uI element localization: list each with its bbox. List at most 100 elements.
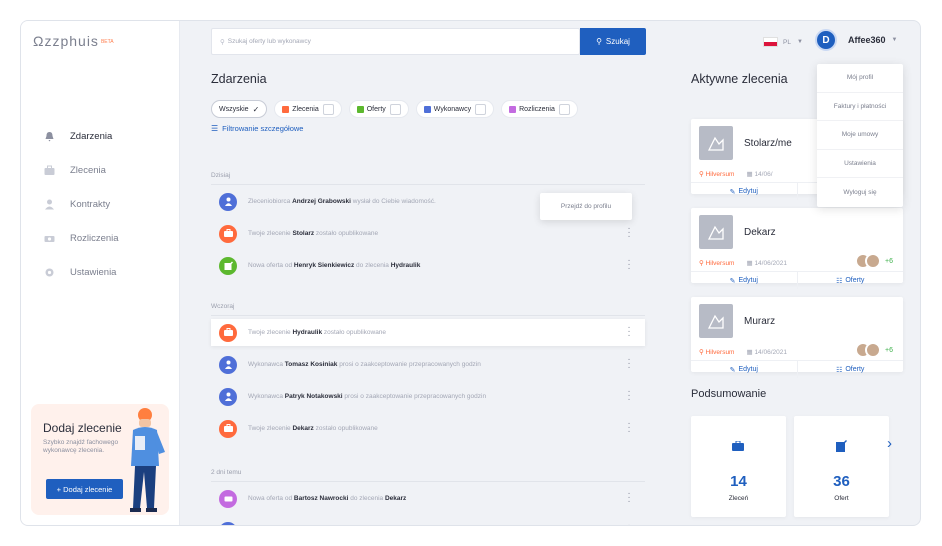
active-order-card[interactable]: Murarz ⚲ Hilversum ▦ 14/06/2021 +6 ✎ Edytuj ☷ O… [691, 297, 903, 378]
order-actions: ✎Edytuj☷Oferty [691, 360, 903, 378]
user-menu-trigger[interactable]: D Affee360 ▼ [815, 29, 897, 51]
view-offers-button[interactable]: ☷Oferty [798, 361, 904, 378]
filter-label: Rozliczenia [519, 105, 555, 113]
event-row[interactable]: Twoje zlecenie Dekarz zostało opublikowa… [211, 415, 645, 442]
event-filters: Wszyskie ✓ Zlecenia Oferty Wykonawcy Rozlicze… [211, 100, 585, 118]
filter-checkbox[interactable] [558, 103, 570, 115]
event-text: Nowa oferta od Bartosz Nawrocki do zlece… [248, 495, 406, 502]
stat-orders[interactable]: 14 Zleceń [691, 416, 786, 517]
event-highlight: Hydraulik [390, 262, 421, 269]
more-vertical-icon[interactable]: ··· [627, 387, 631, 405]
event-text-part: do zlecenia [348, 495, 385, 502]
search-input[interactable]: ⚲ Szukaj oferty lub wykonawcy [211, 28, 580, 55]
filter-category-icon [356, 105, 364, 113]
sidebar-item-zlecenia[interactable]: Zlecenia [21, 153, 180, 187]
event-text-part: zostało opublikowane [322, 329, 387, 336]
language-selector[interactable]: PL ▼ [763, 37, 803, 47]
date-text: 14/06/2021 [754, 349, 787, 356]
user-menu-item[interactable]: Faktury i płatności [817, 93, 903, 122]
filter-chip-wszyskie[interactable]: Wszyskie ✓ [211, 100, 268, 118]
row-action-popover[interactable]: Przejdź do profilu [540, 193, 632, 220]
filter-chip-zlecenia[interactable]: Zlecenia [274, 100, 342, 118]
events-title: Zdarzenia [211, 72, 267, 86]
stat-offers[interactable]: 36 Ofert [794, 416, 889, 517]
sidebar-item-rozliczenia[interactable]: Rozliczenia [21, 221, 180, 255]
more-vertical-icon[interactable]: ··· [627, 521, 631, 526]
money-icon [43, 232, 55, 244]
edit-order-button[interactable]: ✎ Edytuj [691, 361, 798, 378]
event-row[interactable]: Wykonawca Patryk Notakowski prosi o zaak… [211, 383, 645, 410]
sidebar-item-ustawienia[interactable]: Ustawienia [21, 255, 180, 289]
sidebar-item-label: Zlecenia [70, 164, 106, 176]
logo[interactable]: Ωzzphuis BETA [33, 33, 114, 49]
bell-icon [43, 130, 55, 142]
location-pin-icon: ⚲ [699, 260, 706, 267]
edit-order-button[interactable]: ✎ Edytuj [691, 183, 798, 200]
more-vertical-icon[interactable]: ··· [627, 489, 631, 507]
location-text: Hilversum [705, 260, 735, 267]
event-row[interactable]: Nowa oferta od Bartosz Nawrocki do zlece… [211, 485, 645, 512]
edit-order-button[interactable]: ✎ Edytuj [691, 272, 798, 289]
sidebar-item-zdarzenia[interactable]: Zdarzenia [21, 119, 180, 153]
order-date: ▦ 14/06/2021 [746, 348, 787, 356]
person-icon [219, 387, 237, 406]
applicant-avatars: +6 [855, 342, 893, 358]
pencil-icon: ✎ [729, 188, 736, 196]
edit-label: Edytuj [738, 366, 758, 373]
event-row[interactable]: Twoje zlecenie Stolarz zostało opublikow… [211, 220, 645, 247]
search-button[interactable]: ⚲ Szukaj [580, 28, 646, 55]
filter-chip-wykonawcy[interactable]: Wykonawcy [415, 100, 495, 118]
edit-label: Edytuj [738, 188, 758, 195]
event-row[interactable]: Twoje zlecenie Hydraulik zostało opublik… [211, 319, 645, 346]
more-vertical-icon[interactable]: ··· [627, 323, 631, 341]
filter-checkbox[interactable] [389, 103, 401, 115]
filter-label: Wszyskie [219, 105, 249, 113]
order-meta: ⚲ Hilversum ▦ 14/06/2021 [699, 348, 787, 356]
more-vertical-icon[interactable]: ··· [627, 355, 631, 373]
filter-checkbox[interactable] [322, 103, 334, 115]
job-thumbnail-icon [699, 304, 733, 338]
money-icon [219, 489, 237, 508]
event-text-part: zostało opublikowane [313, 425, 378, 432]
user-menu-item[interactable]: Ustawienia [817, 150, 903, 179]
event-highlight: Tomasz Kosiniak [284, 361, 338, 368]
view-offers-button[interactable]: ☷Oferty [798, 272, 904, 289]
more-vertical-icon[interactable]: ··· [627, 419, 631, 437]
event-row[interactable]: Wykonawca Tomasz Kosiniak prosi o zaakce… [211, 351, 645, 378]
job-thumbnail-icon [699, 126, 733, 160]
person-icon [43, 198, 55, 210]
filter-label: Oferty [366, 105, 386, 113]
user-dropdown-menu: Mój profil Faktury i płatności Moje umowy U… [817, 64, 903, 207]
more-vertical-icon[interactable]: ··· [627, 224, 631, 242]
more-vertical-icon[interactable]: ··· [627, 256, 631, 274]
advanced-filter-link[interactable]: ☰ Filtrowanie szczegółowe [211, 124, 303, 133]
active-order-card[interactable]: Dekarz ⚲ Hilversum ▦ 14/06/2021 +6 ✎ Edytuj ☷ O… [691, 208, 903, 289]
offers-label: Oferty [845, 366, 865, 373]
event-text-part: wysłał do Ciebie wiadomość. [350, 198, 436, 205]
beta-badge: BETA [100, 39, 114, 46]
filter-category-icon [423, 105, 431, 113]
sidebar-item-kontrakty[interactable]: Kontrakty [21, 187, 180, 221]
order-location: ⚲ Hilversum [699, 170, 734, 178]
user-menu-item[interactable]: Moje umowy [817, 121, 903, 150]
applicant-avatar [865, 342, 882, 358]
applicant-avatar [865, 253, 882, 269]
filter-chip-oferty[interactable]: Oferty [348, 100, 409, 118]
stat-offers-label: Ofert [834, 495, 849, 502]
event-row[interactable]: Wykonawca Mateusz Mokasiński prosi o zaa… [211, 517, 645, 526]
event-text-part: Zleceniobiorca [248, 198, 293, 205]
chevron-right-icon[interactable]: › [887, 435, 892, 452]
filter-category-icon [282, 105, 290, 113]
sidebar-item-label: Kontrakty [70, 198, 111, 210]
event-row[interactable]: Nowa oferta od Henryk Sienkiewicz do zle… [211, 252, 645, 279]
user-menu-item[interactable]: Mój profil [817, 64, 903, 93]
pencil-icon: ✎ [729, 277, 736, 285]
add-order-button[interactable]: + Dodaj zlecenie [46, 479, 123, 499]
order-actions: ✎Edytuj☷Oferty [691, 271, 903, 289]
user-menu-item[interactable]: Wyloguj się [817, 178, 903, 207]
sidebar-item-label: Zdarzenia [70, 130, 113, 142]
location-text: Hilversum [705, 349, 735, 356]
sidebar-item-label: Rozliczenia [70, 232, 119, 244]
filter-checkbox[interactable] [475, 103, 487, 115]
filter-chip-rozliczenia[interactable]: Rozliczenia [501, 100, 578, 118]
